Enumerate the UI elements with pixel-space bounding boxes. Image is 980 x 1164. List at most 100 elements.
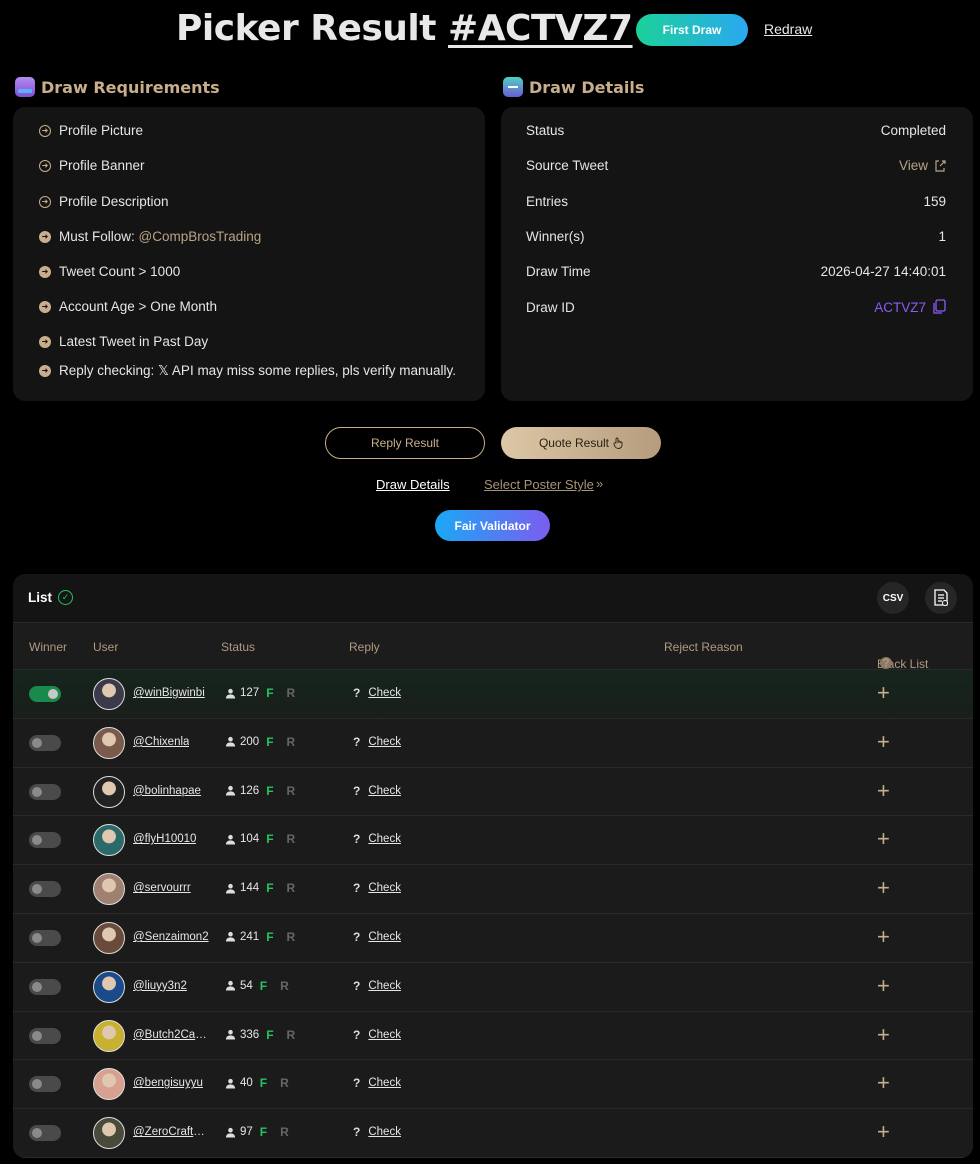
quote-result-button[interactable]: Quote Result [501,427,661,459]
add-blacklist-icon[interactable]: + [877,925,890,948]
add-blacklist-icon[interactable]: + [877,1072,890,1094]
avatar[interactable] [93,921,125,954]
first-draw-button[interactable]: First Draw [636,14,748,46]
username-link[interactable]: @flyH10010 [133,833,196,845]
table-row: @bengisuyyu 40 F R ? Check + [13,1060,973,1110]
username-link[interactable]: @liuyy3n2 [133,980,187,992]
title-code[interactable]: #ACTVZ7 [448,8,633,49]
add-blacklist-icon[interactable]: + [877,877,890,899]
draw-requirements-heading: Draw Requirements [15,76,220,98]
username-link[interactable]: @winBigwinbi [133,687,205,699]
question-icon: ? [353,686,361,700]
add-blacklist-icon[interactable]: + [877,730,890,753]
winner-toggle[interactable] [29,832,61,849]
requirement-item: ➜ Reply checking: 𝕏 API may miss some re… [39,363,456,379]
question-icon: ? [353,734,361,749]
check-reply-link[interactable]: Check [368,931,401,943]
username-link[interactable]: @Butch2Cav... [133,1029,209,1041]
draw-id-copy[interactable]: ACTVZ7 [874,299,946,315]
winner-toggle[interactable] [29,734,61,751]
check-reply-link[interactable]: Check [368,1077,401,1089]
check-reply-link[interactable]: Check [368,1126,401,1138]
pointer-icon [613,437,623,449]
check-reply-link[interactable]: Check [368,1029,401,1041]
table-row: @ZeroCraftGol 97 F R ? Check + [13,1109,973,1158]
reply-flag: R [286,929,296,944]
username-link[interactable]: @Senzaimon2 [133,931,209,943]
avatar[interactable] [93,1068,125,1101]
username-link[interactable]: @servourrr [133,882,191,894]
question-icon: ? [353,1027,361,1042]
username-link[interactable]: @bolinhapae [133,785,201,797]
winner-toggle[interactable] [29,783,61,800]
question-icon: ? [353,832,361,847]
external-link-icon [935,159,946,172]
check-reply-link[interactable]: Check [368,980,401,992]
add-blacklist-icon[interactable]: + [877,1121,890,1143]
document-export-button[interactable] [925,582,957,614]
title-prefix: Picker Result [176,8,436,49]
check-reply-link[interactable]: Check [368,882,401,894]
select-poster-style-link[interactable]: Select Poster Style [484,477,594,492]
avatar[interactable] [93,824,125,857]
entries-list-card: List ✓ CSV Winner User Status Reply Reje… [13,574,973,1158]
username-link[interactable]: @bengisuyyu [133,1077,203,1089]
reply-check: ? Check [353,832,401,846]
avatar[interactable] [93,1117,125,1150]
document-icon [934,589,948,606]
add-blacklist-icon[interactable]: + [877,1023,890,1046]
reply-check: ? Check [353,1125,401,1139]
avatar[interactable] [93,873,125,906]
user-status: 40 F R [225,1076,289,1090]
reply-check: ? Check [353,686,401,700]
table-row: @Senzaimon2 241 F R ? Check + [13,913,973,963]
table-column-header: Winner User Status Reply Reject Reason B… [13,622,973,671]
follow-flag: F [259,1076,268,1091]
avatar[interactable] [93,1019,125,1052]
check-reply-link[interactable]: Check [368,687,401,699]
reply-check: ? Check [353,881,401,895]
draw-details-link[interactable]: Draw Details [376,477,450,492]
redraw-link[interactable]: Redraw [764,21,812,37]
winner-toggle[interactable] [29,978,61,995]
double-chevron-right-icon: » [596,476,604,491]
add-blacklist-icon[interactable]: + [877,828,890,850]
add-blacklist-icon[interactable]: + [877,779,890,802]
avatar[interactable] [93,678,125,710]
fair-validator-button[interactable]: Fair Validator [435,510,550,541]
winner-toggle[interactable] [29,1125,61,1142]
reply-result-button[interactable]: Reply Result [325,427,485,459]
winner-toggle[interactable] [29,1027,61,1044]
view-source-tweet-link[interactable]: View [899,158,946,173]
arrow-circle-outline-icon: ➜ [39,159,51,172]
follow-flag: F [266,686,274,700]
help-icon[interactable]: ? [880,656,892,670]
check-reply-link[interactable]: Check [368,736,401,748]
table-body: @winBigwinbi 127 F R ? Check + @Chixenla… [13,670,973,1158]
follow-flag: F [266,929,274,944]
add-blacklist-icon[interactable]: + [877,682,890,704]
check-reply-link[interactable]: Check [368,785,401,797]
username-link[interactable]: @Chixenla [133,736,189,748]
avatar[interactable] [93,970,125,1003]
winner-toggle[interactable] [29,929,61,946]
arrow-circle-filled-icon: ➜ [39,265,51,278]
arrow-circle-outline-icon: ➜ [39,124,51,137]
avatar[interactable] [93,726,125,759]
arrow-circle-filled-icon: ➜ [39,335,51,348]
reply-flag: R [286,783,296,798]
person-icon [225,1029,236,1040]
winner-toggle[interactable] [29,686,61,702]
copy-icon [933,299,946,314]
winner-toggle[interactable] [29,1076,61,1093]
csv-export-button[interactable]: CSV [877,582,909,614]
username-link[interactable]: @ZeroCraftGol [133,1126,209,1138]
requirements-icon [15,77,35,97]
must-follow-account[interactable]: @CompBrosTrading [139,229,262,244]
add-blacklist-icon[interactable]: + [877,974,890,997]
avatar[interactable] [93,775,125,808]
requirement-item: ➜ Profile Banner [39,158,145,173]
check-reply-link[interactable]: Check [368,833,401,845]
winner-toggle[interactable] [29,881,61,898]
reply-check: ? Check [353,735,401,749]
